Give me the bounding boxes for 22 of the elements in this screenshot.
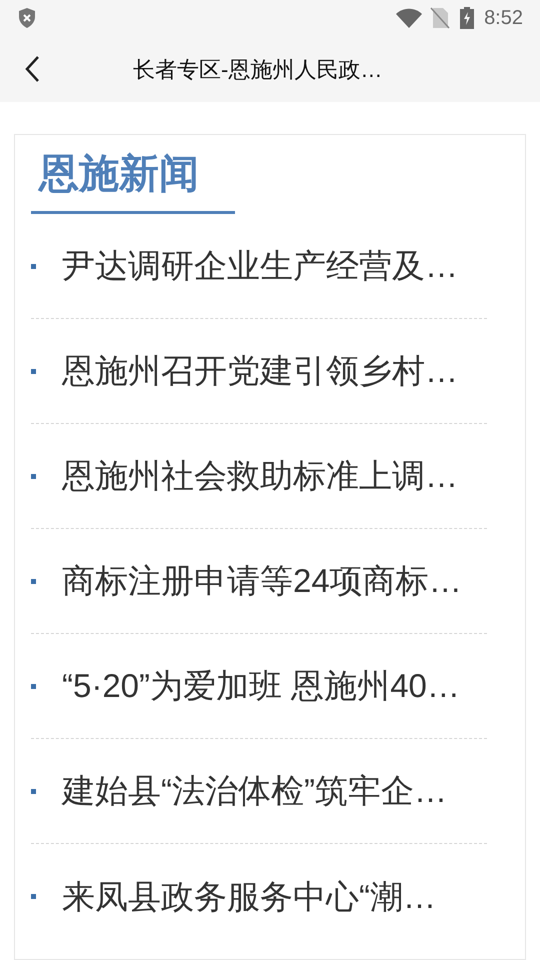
- no-sim-icon: [430, 7, 450, 29]
- shield-icon: [17, 7, 37, 29]
- battery-icon: [460, 7, 474, 29]
- bullet-icon: [31, 684, 36, 688]
- status-time: 8:52: [484, 6, 523, 31]
- news-link[interactable]: 恩施州召开党建引领乡村…: [62, 346, 458, 396]
- wifi-icon: [396, 8, 422, 28]
- news-link[interactable]: 恩施州社会救助标准上调…: [62, 451, 458, 501]
- bullet-icon: [31, 894, 36, 899]
- back-icon: [24, 55, 40, 83]
- bullet-icon: [31, 788, 36, 794]
- page-title: 长者专区-恩施州人民政…: [133, 56, 382, 84]
- section-title: 恩施新闻: [36, 151, 200, 198]
- news-link[interactable]: 尹达调研企业生产经营及…: [62, 241, 458, 291]
- news-link[interactable]: “5·20”为爱加班 恩施州40…: [62, 661, 460, 711]
- bullet-icon: [31, 474, 36, 478]
- news-link[interactable]: 来凤县政务服务中心“潮…: [62, 872, 436, 922]
- news-link[interactable]: 商标注册申请等24项商标…: [62, 556, 462, 606]
- bullet-icon: [31, 264, 36, 268]
- news-link[interactable]: 建始县“法治体检”筑牢企…: [62, 766, 447, 816]
- bullet-icon: [31, 578, 36, 584]
- bullet-icon: [31, 368, 36, 374]
